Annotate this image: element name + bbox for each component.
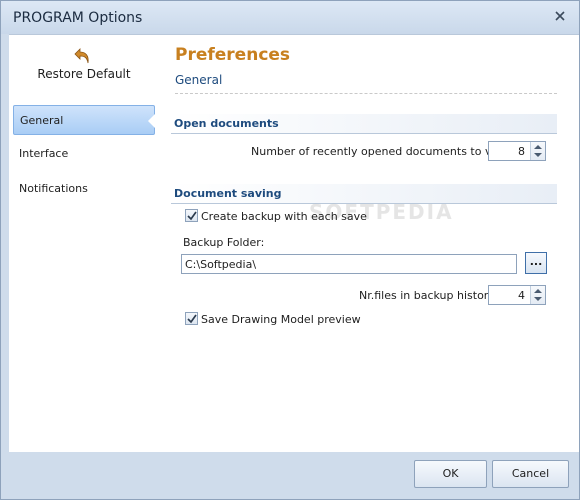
heading-divider	[175, 93, 557, 94]
backup-folder-label: Backup Folder:	[183, 236, 265, 249]
backup-history-value: 4	[518, 289, 525, 302]
page-subtitle: General	[175, 73, 223, 87]
create-backup-label: Create backup with each save	[201, 210, 367, 223]
section-title-open-documents: Open documents	[174, 117, 279, 130]
backup-history-spin-buttons[interactable]	[530, 286, 545, 304]
section-title-document-saving: Document saving	[174, 187, 282, 200]
save-preview-label: Save Drawing Model preview	[201, 313, 361, 326]
sidebar-item-notifications[interactable]: Notifications	[13, 174, 155, 204]
save-preview-checkbox[interactable]	[185, 312, 198, 325]
recent-documents-stepper[interactable]: 8	[488, 141, 546, 161]
backup-history-label: Nr.files in backup history:	[359, 289, 498, 302]
backup-folder-field[interactable]	[181, 254, 517, 274]
backup-folder-input[interactable]	[182, 255, 516, 273]
close-icon	[555, 11, 565, 21]
recent-documents-label: Number of recently opened documents to v…	[251, 145, 514, 158]
sidebar-item-interface[interactable]: Interface	[13, 139, 155, 169]
spin-down-icon[interactable]	[534, 297, 542, 301]
restore-default-label: Restore Default	[37, 67, 131, 81]
title-bar[interactable]: PROGRAM Options	[1, 1, 579, 34]
spin-up-icon[interactable]	[534, 289, 542, 293]
section-open-documents: Open documents	[171, 114, 557, 134]
page-title: Preferences	[175, 45, 291, 65]
spin-down-icon[interactable]	[534, 153, 542, 157]
spin-up-icon[interactable]	[534, 145, 542, 149]
checkmark-icon	[187, 314, 197, 324]
cancel-button[interactable]: Cancel	[492, 460, 569, 488]
restore-default-button[interactable]: Restore Default	[19, 45, 149, 93]
undo-arrow-icon	[74, 48, 89, 64]
recent-documents-spin-buttons[interactable]	[530, 142, 545, 160]
recent-documents-value: 8	[518, 145, 525, 158]
sidebar-item-general[interactable]: General	[13, 105, 155, 135]
browse-folder-button[interactable]: ...	[525, 252, 547, 274]
dialog-footer: OK Cancel	[1, 452, 579, 499]
window-title: PROGRAM Options	[13, 10, 143, 26]
close-button[interactable]	[551, 9, 569, 27]
checkmark-icon	[187, 211, 197, 221]
options-window: PROGRAM Options Restore Default General …	[0, 0, 580, 500]
backup-history-stepper[interactable]: 4	[488, 285, 546, 305]
create-backup-checkbox[interactable]	[185, 209, 198, 222]
sidebar: Restore Default General Interface Notifi…	[9, 34, 159, 452]
ok-button[interactable]: OK	[414, 460, 487, 488]
content-panel: Preferences General Open documents Numbe…	[159, 34, 579, 452]
